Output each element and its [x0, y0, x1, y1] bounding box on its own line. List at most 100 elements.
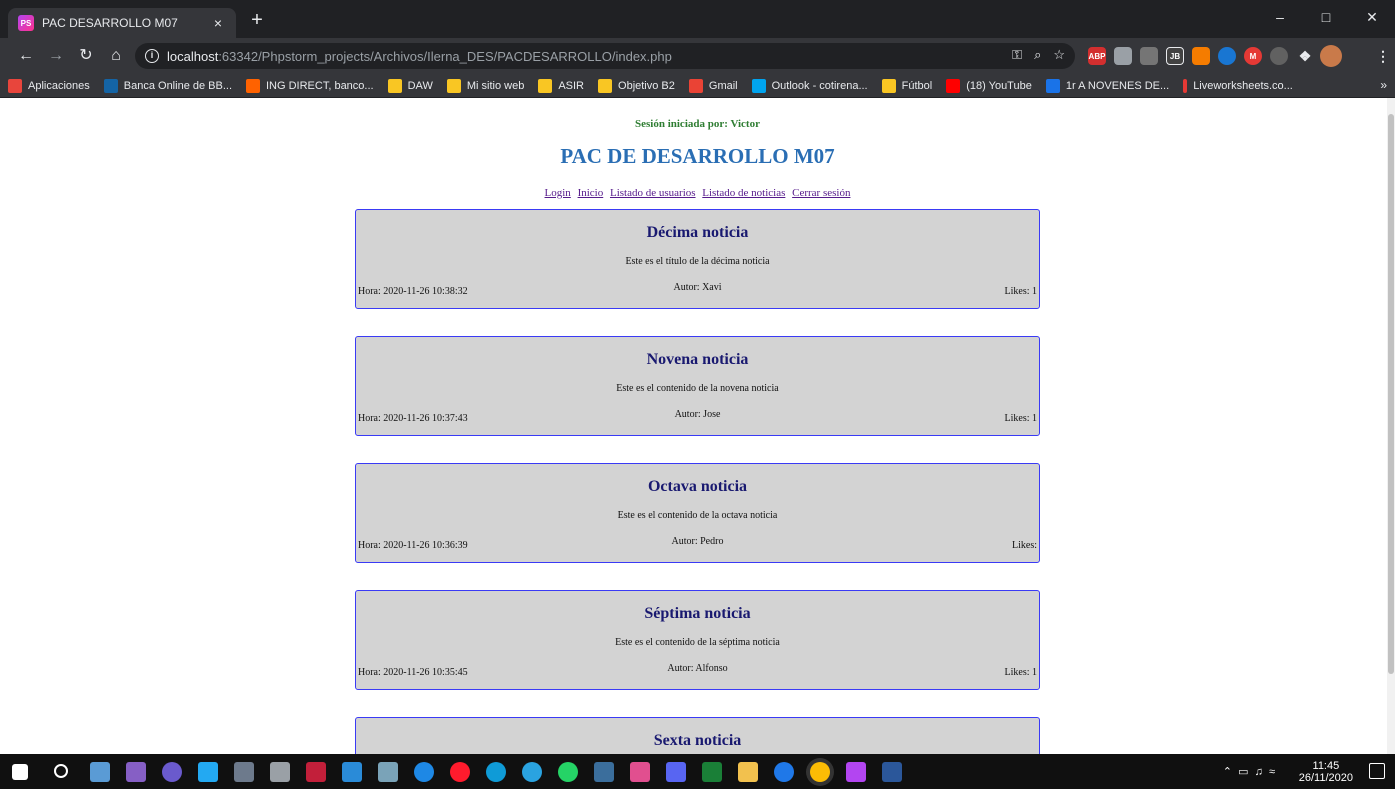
phpstorm-icon[interactable]	[846, 762, 866, 782]
news-card: Sexta noticia	[355, 717, 1040, 754]
scrollbar-thumb[interactable]	[1388, 114, 1394, 674]
minimize-icon[interactable]: –	[1257, 0, 1303, 38]
bookmark-folder[interactable]: DAW	[387, 78, 433, 93]
news-card: Décima noticia Este es el título de la d…	[355, 209, 1040, 309]
bookmark-item[interactable]: Aplicaciones	[8, 78, 90, 93]
nav-link-usuarios[interactable]: Listado de usuarios	[610, 187, 696, 199]
new-tab-icon[interactable]: +	[244, 8, 270, 34]
app-icon[interactable]	[342, 762, 362, 782]
search-icon[interactable]	[54, 764, 68, 778]
bookmark-item[interactable]: Outlook - cotirena...	[751, 78, 868, 93]
browser-toolbar: ← → ↻ ⌂ i localhost :63342/Phpstorm_proj…	[0, 38, 1395, 74]
app-icon[interactable]	[378, 762, 398, 782]
bookmark-folder[interactable]: Objetivo B2	[598, 78, 675, 93]
apps-grid-icon	[8, 78, 22, 93]
bookmark-item[interactable]: 1r A NOVENES DE...	[1045, 78, 1169, 93]
app-icon[interactable]	[90, 762, 110, 782]
file-explorer-icon[interactable]	[738, 762, 758, 782]
clock[interactable]: 11:45 26/11/2020	[1299, 760, 1353, 784]
bookmark-item[interactable]: (18) YouTube	[946, 78, 1032, 93]
back-icon[interactable]: ←	[14, 44, 38, 68]
intellij-icon[interactable]	[630, 762, 650, 782]
visual-studio-icon[interactable]	[126, 762, 146, 782]
liveworksheets-icon	[1183, 78, 1188, 93]
maximize-icon[interactable]: □	[1303, 0, 1349, 38]
puzzle-icon[interactable]: ❖	[1296, 47, 1314, 65]
more-bookmarks-icon[interactable]: »	[1380, 78, 1387, 92]
forward-icon[interactable]: →	[44, 44, 68, 68]
folder-icon	[446, 78, 461, 93]
bookmark-item[interactable]: Banca Online de BB...	[103, 78, 232, 93]
system-tray[interactable]: ⌃ ▭ ♫ ≈	[1223, 765, 1275, 778]
bookmark-item[interactable]: Liveworksheets.co...	[1183, 78, 1293, 93]
nav-link-login[interactable]: Login	[545, 187, 571, 199]
key-icon[interactable]: ⚿	[1012, 47, 1022, 63]
app-icon[interactable]	[702, 762, 722, 782]
jetbrains-icon[interactable]: JB	[1166, 47, 1184, 65]
extension-icon[interactable]	[1192, 47, 1210, 65]
windows-start-icon[interactable]	[12, 764, 28, 780]
bookmark-folder[interactable]: ASIR	[538, 78, 584, 93]
page-scrollbar[interactable]	[1387, 98, 1395, 754]
extension-icon[interactable]	[1140, 47, 1158, 65]
app-icon[interactable]	[306, 762, 326, 782]
app-icon[interactable]	[594, 762, 614, 782]
news-content: Este es el contenido de la octava notici…	[617, 510, 778, 521]
nav-link-inicio[interactable]: Inicio	[578, 187, 604, 199]
youtube-icon	[946, 78, 961, 93]
word-icon[interactable]	[882, 762, 902, 782]
bookmark-item[interactable]: Gmail	[688, 78, 738, 93]
calculator-icon[interactable]	[234, 762, 254, 782]
firefox-icon[interactable]	[774, 762, 794, 782]
vscode-icon[interactable]	[198, 762, 218, 782]
news-title: Sexta noticia	[653, 732, 742, 749]
nav-link-cerrar-sesion[interactable]: Cerrar sesión	[792, 187, 850, 199]
news-card: Octava noticia Este es el contenido de l…	[355, 463, 1040, 563]
main-nav: Login Inicio Listado de usuarios Listado…	[0, 187, 1395, 199]
internet-explorer-icon[interactable]	[414, 762, 434, 782]
news-title: Séptima noticia	[644, 605, 751, 622]
3d-icon[interactable]	[270, 762, 290, 782]
close-window-icon[interactable]: ✕	[1349, 0, 1395, 38]
home-icon[interactable]: ⌂	[104, 44, 128, 68]
bookmark-folder[interactable]: Mi sitio web	[446, 78, 524, 93]
news-title: Octava noticia	[647, 478, 748, 495]
session-status: Sesión iniciada por: Victor	[635, 118, 760, 130]
clock-date: 26/11/2020	[1298, 772, 1353, 784]
profile-avatar[interactable]	[1320, 45, 1342, 67]
news-content: Este es el título de la décima noticia	[625, 256, 770, 267]
news-title: Novena noticia	[646, 351, 749, 368]
news-likes: Likes: 1	[1004, 667, 1038, 678]
news-likes: Likes: 1	[1004, 286, 1038, 297]
browser-tab[interactable]: PS PAC DESARROLLO M07 ×	[8, 8, 236, 38]
whatsapp-icon[interactable]	[558, 762, 578, 782]
extension-icon[interactable]	[1114, 47, 1132, 65]
bookmark-star-icon[interactable]: ☆	[1053, 47, 1065, 63]
bookmark-folder[interactable]: Fútbol	[881, 78, 932, 93]
adblock-icon[interactable]: ABP	[1088, 47, 1106, 65]
app-icon[interactable]	[162, 762, 182, 782]
extension-icon[interactable]	[1218, 47, 1236, 65]
phpstorm-favicon-icon: PS	[18, 15, 34, 31]
opera-icon[interactable]	[450, 762, 470, 782]
discord-icon[interactable]	[666, 762, 686, 782]
settings-extension-icon[interactable]	[1270, 47, 1288, 65]
page-title: PAC DE DESARROLLO M07	[560, 144, 835, 168]
gmail-icon	[688, 78, 703, 93]
chrome-icon[interactable]	[810, 762, 830, 782]
edge-icon[interactable]	[486, 762, 506, 782]
address-bar[interactable]: i localhost :63342/Phpstorm_projects/Arc…	[135, 43, 1075, 69]
zoom-icon[interactable]: ⌕	[1034, 47, 1041, 63]
reload-icon[interactable]: ↻	[74, 44, 98, 68]
menu-kebab-icon[interactable]: ⋮	[1374, 47, 1392, 65]
tab-close-icon[interactable]: ×	[210, 15, 226, 31]
extension-icon[interactable]: M	[1244, 47, 1262, 65]
notifications-icon[interactable]	[1369, 763, 1385, 779]
news-time: Hora: 2020-11-26 10:36:39	[358, 540, 468, 551]
browser-tab-bar: PS PAC DESARROLLO M07 × + – □ ✕	[0, 0, 1395, 38]
nav-link-noticias[interactable]: Listado de noticias	[702, 187, 785, 199]
folder-icon	[598, 78, 613, 93]
bookmark-item[interactable]: ING DIRECT, banco...	[246, 78, 374, 93]
site-info-icon[interactable]: i	[145, 49, 159, 63]
telegram-icon[interactable]	[522, 762, 542, 782]
